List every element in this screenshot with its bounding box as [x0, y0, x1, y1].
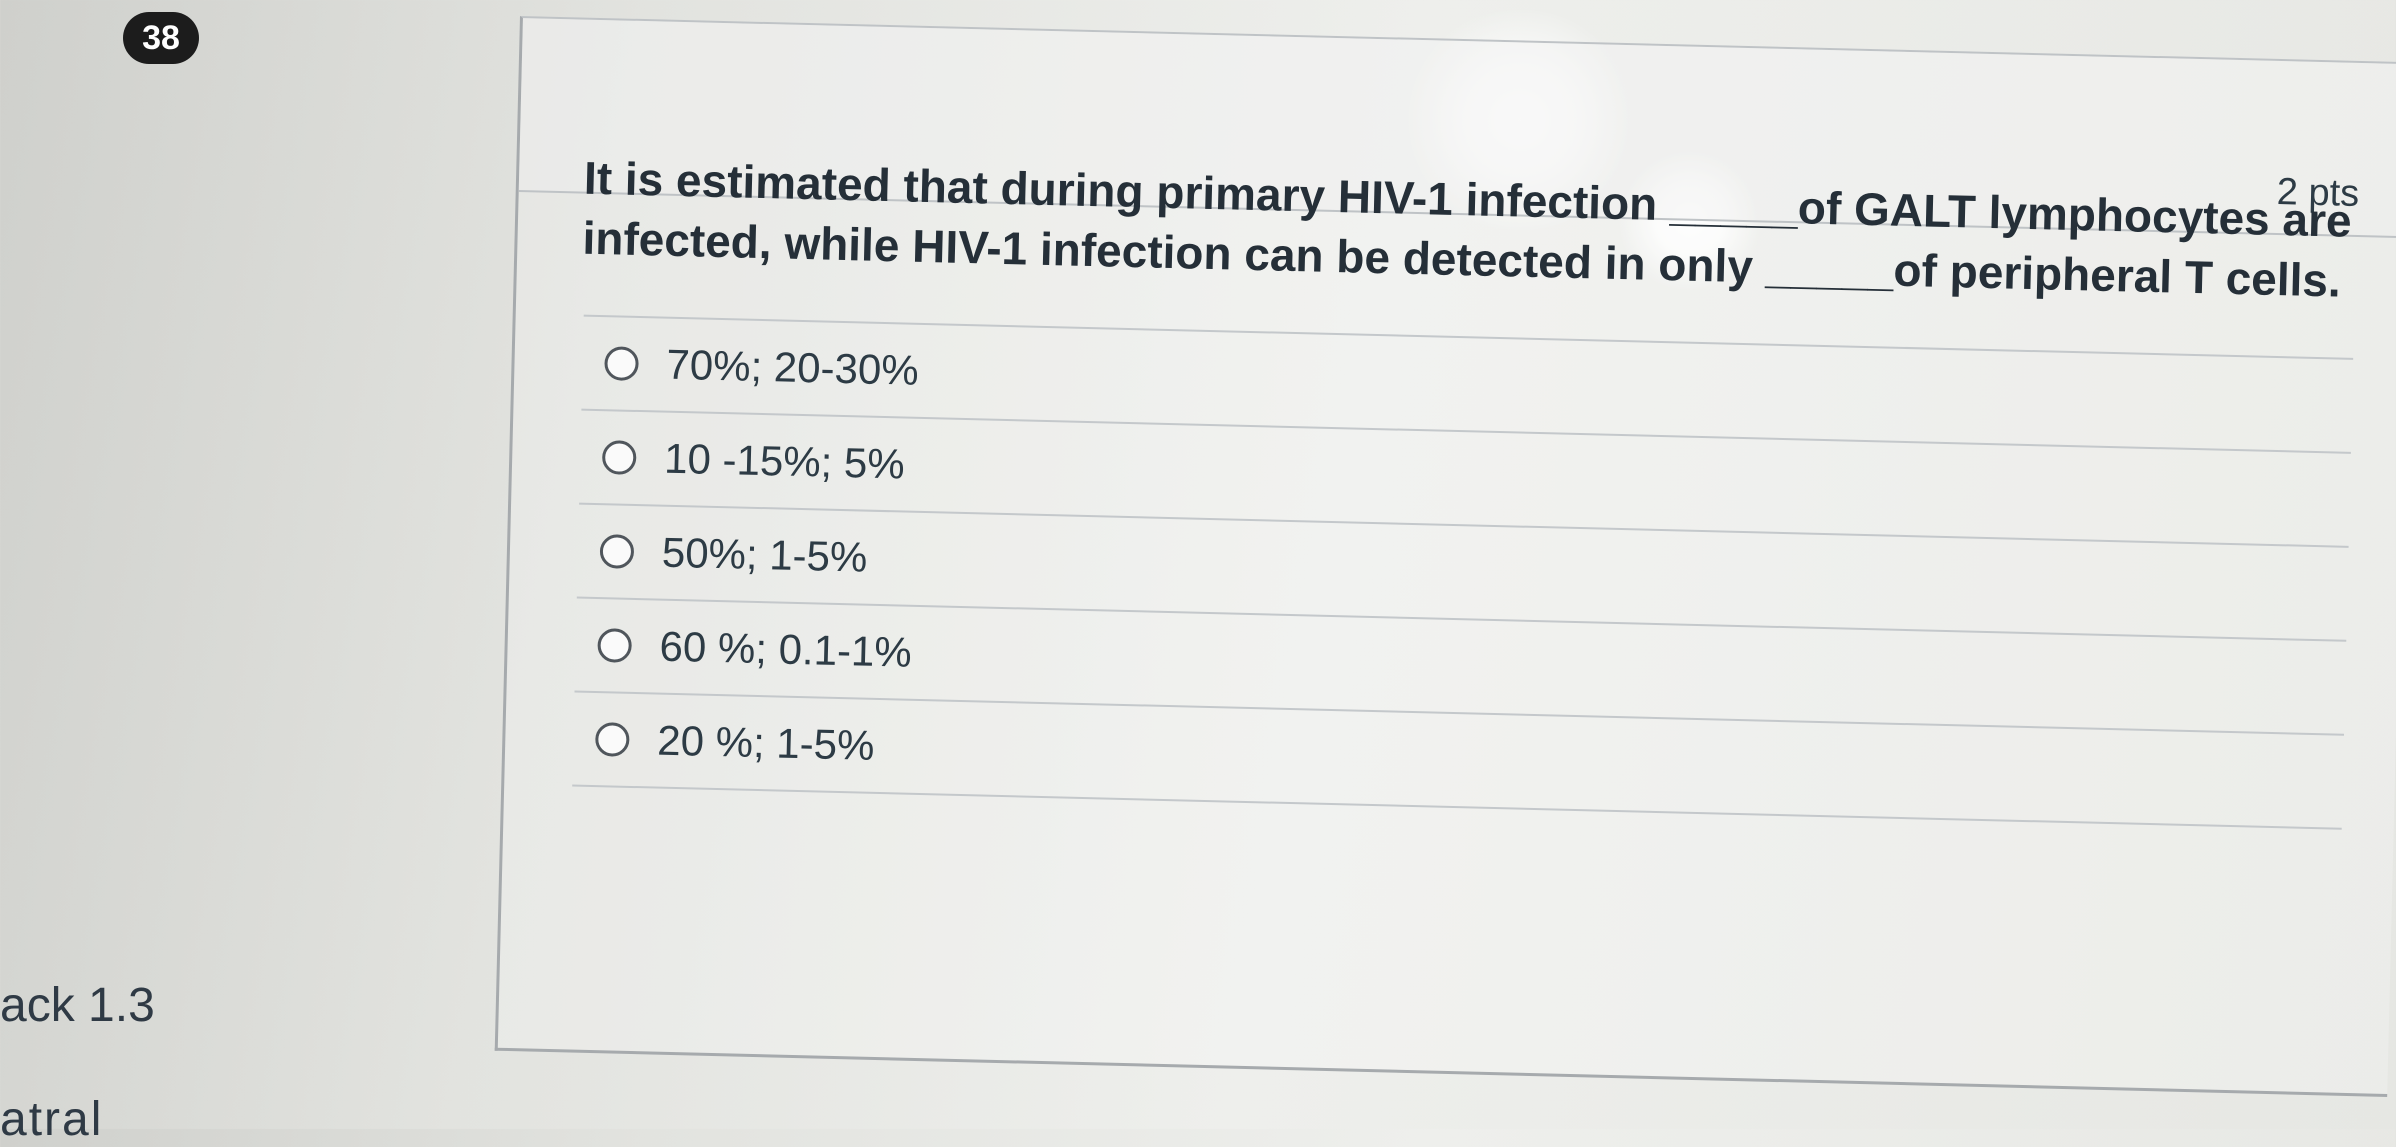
question-card: 2 pts It is estimated that during primar… [494, 16, 2396, 1097]
answer-label: 60 %; 0.1-1% [659, 622, 913, 676]
radio-button-icon[interactable] [604, 346, 639, 381]
radio-button-icon[interactable] [594, 722, 630, 757]
answer-label: 20 %; 1-5% [656, 716, 875, 769]
question-number-badge: 38 [123, 12, 199, 64]
radio-button-icon[interactable] [601, 440, 637, 475]
sidebar-module-label[interactable]: ack 1.3 [0, 978, 155, 1033]
answer-label: 70%; 20-30% [665, 340, 920, 394]
answer-list: 70%; 20-30% 10 -15%; 5% 50%; 1-5% 60 %; … [572, 314, 2354, 830]
answer-label: 10 -15%; 5% [663, 434, 906, 488]
sidebar-module-label-cut[interactable]: atral [0, 1092, 103, 1147]
radio-button-icon[interactable] [599, 534, 635, 569]
answer-label: 50%; 1-5% [661, 528, 868, 581]
question-number: 38 [142, 18, 180, 57]
radio-button-icon[interactable] [597, 628, 633, 663]
